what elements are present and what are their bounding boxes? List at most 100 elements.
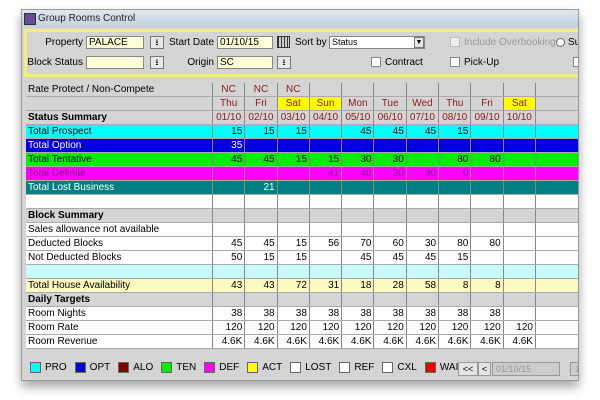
date-cell[interactable]: 10/10 — [504, 111, 536, 124]
grid-cell[interactable]: 45 — [342, 125, 375, 138]
grid-cell[interactable] — [407, 139, 440, 152]
origin-input[interactable]: SC — [217, 56, 273, 69]
grid-cell[interactable]: 38 — [213, 307, 246, 320]
grid-cell[interactable]: 45 — [213, 153, 246, 166]
grid-cell[interactable] — [374, 195, 407, 208]
grid-cell[interactable]: 18 — [342, 279, 375, 292]
grid-cell[interactable] — [245, 209, 278, 222]
grid-cell[interactable]: 4.6K — [342, 335, 375, 348]
grid-cell[interactable] — [504, 181, 536, 194]
grid-cell[interactable]: 70 — [342, 237, 375, 250]
grid-cell[interactable] — [310, 223, 343, 236]
grid-cell[interactable] — [278, 181, 310, 194]
grid-cell[interactable]: 15 — [278, 125, 310, 138]
contract-checkbox[interactable]: Contract — [371, 57, 423, 68]
grid-cell[interactable]: 41 — [310, 167, 343, 180]
grid-cell[interactable] — [504, 237, 536, 250]
grid-cell[interactable]: 120 — [471, 321, 504, 334]
date-cell[interactable]: 06/10 — [374, 111, 407, 124]
pickup-checkbox[interactable]: Pick-Up — [450, 57, 499, 68]
grid-cell[interactable] — [278, 265, 310, 278]
grid-cell[interactable]: 8 — [439, 279, 472, 292]
grid-cell[interactable]: 80 — [471, 237, 504, 250]
grid-cell[interactable] — [439, 195, 472, 208]
grid-cell[interactable] — [342, 195, 375, 208]
property-input[interactable]: PALACE — [86, 36, 144, 49]
grid-cell[interactable]: 4.6K — [504, 335, 536, 348]
grid-cell[interactable] — [278, 223, 310, 236]
grid-cell[interactable]: 50 — [213, 251, 246, 264]
grid-cell[interactable]: 15 — [278, 251, 310, 264]
grid-cell[interactable]: 120 — [407, 321, 440, 334]
grid-cell[interactable] — [504, 139, 536, 152]
grid-cell[interactable] — [342, 139, 375, 152]
grid-cell[interactable]: 38 — [310, 307, 343, 320]
grid-cell[interactable] — [245, 195, 278, 208]
grid-cell[interactable] — [439, 223, 472, 236]
grid-cell[interactable] — [213, 195, 246, 208]
grid-cell[interactable] — [278, 195, 310, 208]
extra-checkbox[interactable] — [573, 57, 578, 68]
grid-cell[interactable] — [504, 279, 536, 292]
block-status-input[interactable] — [86, 56, 144, 69]
grid-cell[interactable] — [471, 125, 504, 138]
grid-cell[interactable] — [471, 265, 504, 278]
grid-cell[interactable] — [504, 265, 536, 278]
grid-cell[interactable]: 30 — [374, 167, 407, 180]
grid-cell[interactable]: 31 — [310, 279, 343, 292]
prev-page-button[interactable]: < — [478, 362, 491, 376]
origin-dropdown-button[interactable]: ⭳ — [277, 56, 291, 69]
grid-cell[interactable] — [245, 139, 278, 152]
grid-cell[interactable]: 43 — [245, 279, 278, 292]
grid-cell[interactable]: 28 — [374, 279, 407, 292]
grid-cell[interactable] — [374, 265, 407, 278]
grid-cell[interactable] — [471, 195, 504, 208]
grid-cell[interactable] — [471, 223, 504, 236]
grid-cell[interactable]: 15 — [278, 153, 310, 166]
grid-cell[interactable] — [310, 139, 343, 152]
grid-cell[interactable] — [310, 293, 343, 306]
grid-cell[interactable]: 72 — [278, 279, 310, 292]
grid-cell[interactable]: 30 — [374, 153, 407, 166]
grid-cell[interactable]: 40 — [342, 167, 375, 180]
grid-cell[interactable] — [407, 209, 440, 222]
grid-cell[interactable]: 15 — [439, 125, 472, 138]
grid-cell[interactable] — [310, 195, 343, 208]
grid-cell[interactable] — [213, 223, 246, 236]
grid-cell[interactable] — [471, 251, 504, 264]
grid-cell[interactable] — [407, 265, 440, 278]
grid-cell[interactable] — [471, 209, 504, 222]
grid-cell[interactable] — [407, 181, 440, 194]
grid-cell[interactable] — [504, 223, 536, 236]
grid-cell[interactable] — [310, 181, 343, 194]
date-cell[interactable]: 02/10 — [245, 111, 278, 124]
grid-cell[interactable] — [374, 223, 407, 236]
grid-cell[interactable]: 4.6K — [471, 335, 504, 348]
grid-cell[interactable]: 4.6K — [278, 335, 310, 348]
grid-cell[interactable]: 80 — [439, 153, 472, 166]
property-dropdown-button[interactable]: ⭳ — [150, 36, 164, 49]
grid-cell[interactable]: 15 — [245, 125, 278, 138]
date-cell[interactable]: 07/10 — [407, 111, 440, 124]
grid-cell[interactable] — [504, 195, 536, 208]
grid-cell[interactable] — [374, 181, 407, 194]
date-cell[interactable]: 05/10 — [342, 111, 375, 124]
grid-cell[interactable] — [245, 265, 278, 278]
grid-cell[interactable] — [407, 153, 440, 166]
grid-cell[interactable]: 38 — [374, 307, 407, 320]
grid-cell[interactable] — [278, 167, 310, 180]
date-cell[interactable]: 03/10 — [278, 111, 310, 124]
grid-cell[interactable]: 45 — [245, 153, 278, 166]
grid-cell[interactable] — [213, 181, 246, 194]
grid-cell[interactable]: 38 — [407, 307, 440, 320]
grid-cell[interactable]: 56 — [310, 237, 343, 250]
grid-cell[interactable]: 4.6K — [310, 335, 343, 348]
grid-cell[interactable]: 120 — [439, 321, 472, 334]
grid-cell[interactable]: 38 — [342, 307, 375, 320]
grid-cell[interactable] — [310, 265, 343, 278]
grid-cell[interactable]: 120 — [504, 321, 536, 334]
date-cell[interactable]: 01/10 — [213, 111, 246, 124]
grid-cell[interactable]: 120 — [374, 321, 407, 334]
grid-cell[interactable] — [213, 293, 246, 306]
grid-cell[interactable]: 120 — [245, 321, 278, 334]
